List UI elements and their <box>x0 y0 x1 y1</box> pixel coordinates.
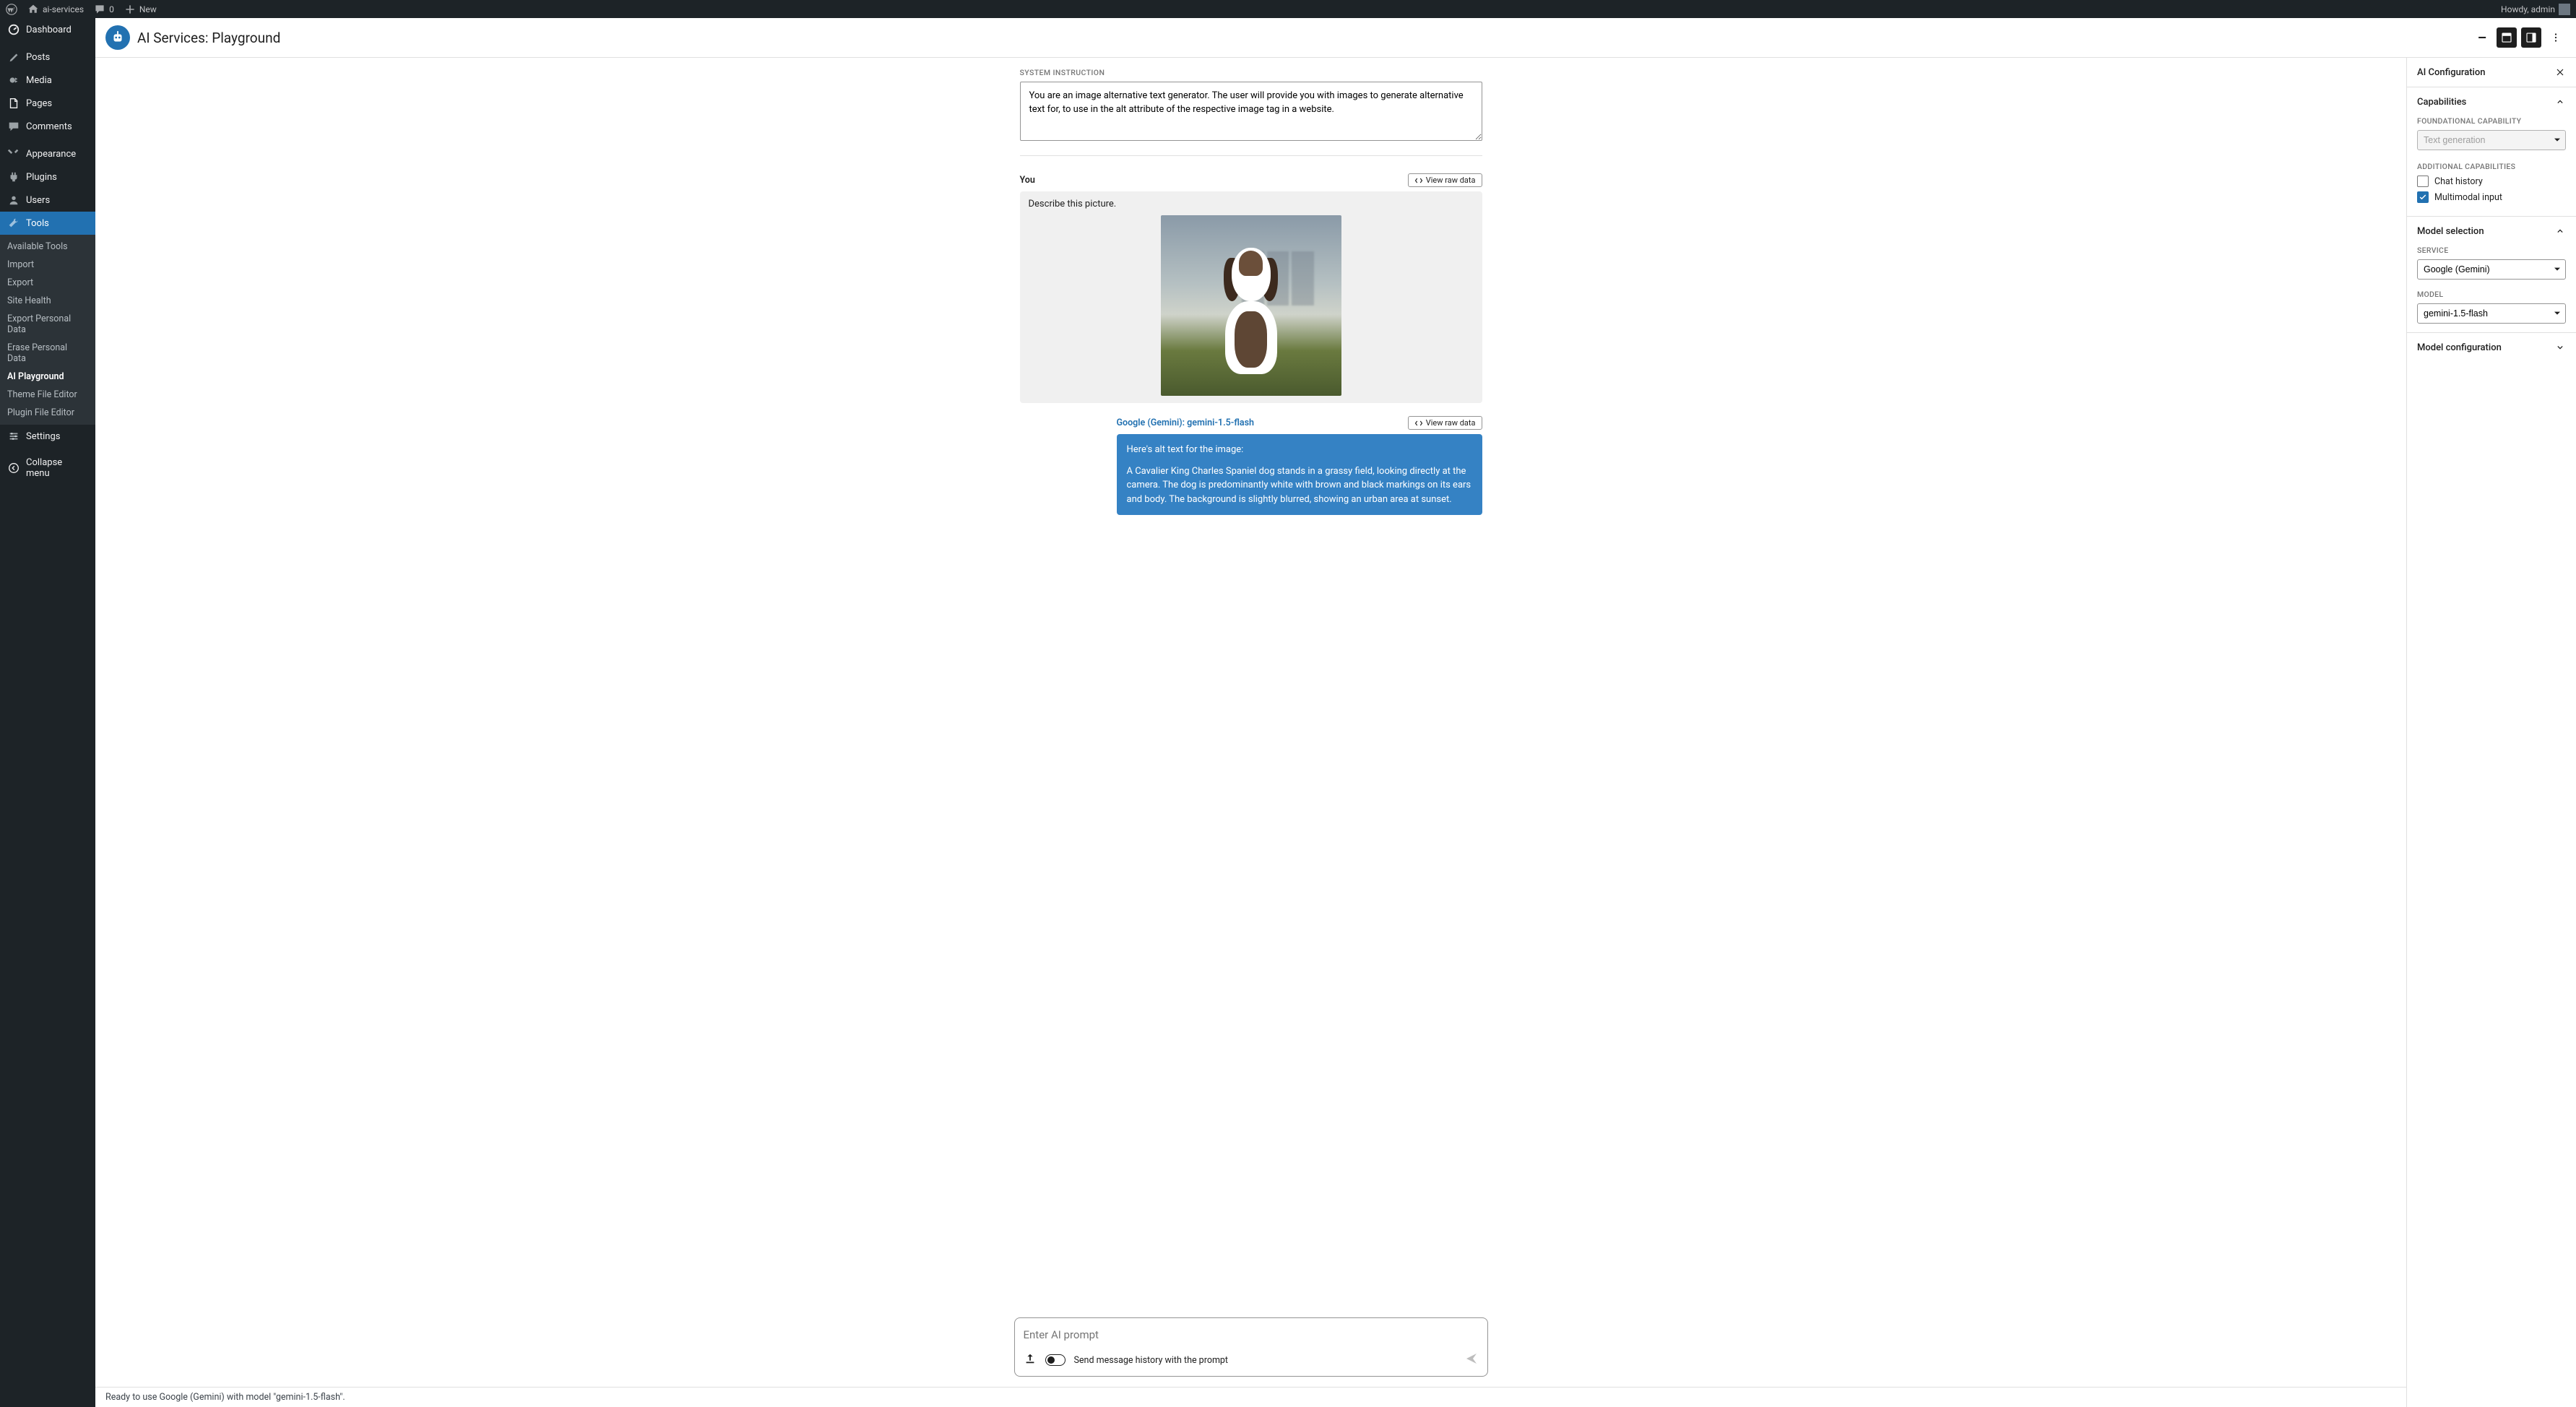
multimodal-checkbox[interactable]: Multimodal input <box>2417 191 2566 203</box>
model-text-2: A Cavalier King Charles Spaniel dog stan… <box>1127 464 1472 507</box>
submenu-theme-editor[interactable]: Theme File Editor <box>0 386 95 404</box>
wp-logo[interactable] <box>6 4 17 15</box>
submenu-export-personal[interactable]: Export Personal Data <box>0 310 95 339</box>
view-raw-model-button[interactable]: View raw data <box>1408 416 1482 430</box>
avatar <box>2559 4 2570 15</box>
sidebar-item-posts[interactable]: Posts <box>0 46 95 69</box>
user-message: Describe this picture. <box>1020 191 1482 403</box>
user-uploaded-image <box>1161 215 1341 396</box>
tools-submenu: Available Tools Import Export Site Healt… <box>0 235 95 425</box>
plugin-logo <box>105 25 130 50</box>
foundational-select: Text generation <box>2417 130 2566 150</box>
settings-panel-toggle[interactable] <box>2521 27 2541 48</box>
chat-history-checkbox[interactable]: Chat history <box>2417 176 2566 187</box>
sidebar-item-settings[interactable]: Settings <box>0 425 95 448</box>
model-config-section-toggle[interactable]: Model configuration <box>2417 342 2566 353</box>
service-select[interactable]: Google (Gemini) <box>2417 259 2566 280</box>
submenu-site-health[interactable]: Site Health <box>0 292 95 310</box>
submenu-ai-playground[interactable]: AI Playground <box>0 368 95 386</box>
site-link[interactable]: ai-services <box>27 4 84 15</box>
system-instruction-label: SYSTEM INSTRUCTION <box>1020 68 1482 77</box>
foundational-label: FOUNDATIONAL CAPABILITY <box>2417 116 2566 126</box>
model-label: MODEL <box>2417 290 2566 299</box>
send-button[interactable] <box>1464 1351 1479 1369</box>
user-message-text: Describe this picture. <box>1029 199 1474 209</box>
collapse-menu[interactable]: Collapse menu <box>0 452 95 484</box>
submenu-export[interactable]: Export <box>0 274 95 292</box>
chevron-up-icon <box>2554 96 2566 108</box>
upload-button[interactable] <box>1024 1352 1037 1368</box>
history-toggle[interactable] <box>1045 1354 1066 1366</box>
additional-caps-label: ADDITIONAL CAPABILITIES <box>2417 162 2566 171</box>
config-panel-title: AI Configuration <box>2417 67 2485 78</box>
view-raw-user-button[interactable]: View raw data <box>1408 173 1482 187</box>
new-link[interactable]: New <box>124 4 157 15</box>
sidebar-item-tools[interactable]: Tools <box>0 212 95 235</box>
more-menu-button[interactable] <box>2546 27 2566 48</box>
submenu-import[interactable]: Import <box>0 256 95 274</box>
sidebar-item-dashboard[interactable]: Dashboard <box>0 18 95 41</box>
prompt-input[interactable] <box>1024 1325 1479 1351</box>
close-icon[interactable] <box>2554 66 2566 78</box>
submenu-erase-personal[interactable]: Erase Personal Data <box>0 339 95 368</box>
page-header: AI Services: Playground – <box>95 18 2576 58</box>
model-text-1: Here's alt text for the image: <box>1127 443 1472 457</box>
model-selection-section-toggle[interactable]: Model selection <box>2417 225 2566 237</box>
site-name: ai-services <box>43 4 84 14</box>
comments-count: 0 <box>109 4 114 14</box>
sidebar-item-users[interactable]: Users <box>0 189 95 212</box>
sidebar-item-comments[interactable]: Comments <box>0 115 95 138</box>
submenu-plugin-editor[interactable]: Plugin File Editor <box>0 404 95 422</box>
chevron-up-icon <box>2554 225 2566 237</box>
model-message: Here's alt text for the image: A Cavalie… <box>1117 434 1482 515</box>
model-select[interactable]: gemini-1.5-flash <box>2417 303 2566 324</box>
sidebar-item-media[interactable]: Media <box>0 69 95 92</box>
minimize-button[interactable]: – <box>2472 27 2492 48</box>
history-toggle-label: Send message history with the prompt <box>1074 1355 1456 1366</box>
chevron-down-icon <box>2554 342 2566 353</box>
model-author-label: Google (Gemini): gemini-1.5-flash <box>1117 417 1255 428</box>
sidebar-item-pages[interactable]: Pages <box>0 92 95 115</box>
config-panel: AI Configuration Capabilities FOUNDATION… <box>2407 58 2576 1407</box>
adminbar: ai-services 0 New Howdy, admin <box>0 0 2576 18</box>
capabilities-section-toggle[interactable]: Capabilities <box>2417 96 2566 108</box>
system-instruction-toggle[interactable] <box>2497 27 2517 48</box>
sidebar-item-appearance[interactable]: Appearance <box>0 142 95 165</box>
admin-sidebar: Dashboard Posts Media Pages Comments App… <box>0 18 95 1407</box>
page-title: AI Services: Playground <box>137 30 2465 46</box>
new-label: New <box>139 4 157 14</box>
greeting[interactable]: Howdy, admin <box>2501 4 2570 15</box>
submenu-available-tools[interactable]: Available Tools <box>0 238 95 256</box>
user-author-label: You <box>1020 175 1035 186</box>
status-bar: Ready to use Google (Gemini) with model … <box>95 1387 2406 1407</box>
system-instruction-input[interactable] <box>1020 82 1482 141</box>
sidebar-item-plugins[interactable]: Plugins <box>0 165 95 189</box>
service-label: SERVICE <box>2417 246 2566 255</box>
prompt-input-box: Send message history with the prompt <box>1014 1317 1488 1377</box>
comments-link[interactable]: 0 <box>94 4 114 15</box>
